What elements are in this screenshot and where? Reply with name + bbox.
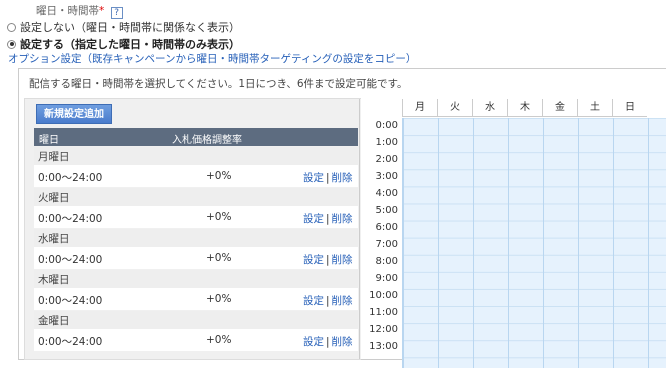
bid-rate: +0% — [206, 211, 232, 223]
day-name: 月曜日 — [38, 151, 70, 163]
bid-rate: +0% — [206, 293, 232, 305]
action-separator: | — [326, 336, 330, 348]
edit-link[interactable]: 設定 — [303, 336, 324, 348]
hour-label: 8:00 — [375, 256, 398, 267]
table-row: 0:00〜24:00 +0% 設定 | 削除 — [34, 329, 358, 351]
day-header: 木曜日 — [34, 270, 358, 288]
edit-link[interactable]: 設定 — [303, 254, 324, 266]
grid-day: 水 — [472, 99, 507, 117]
delete-link[interactable]: 削除 — [332, 254, 353, 266]
radio-set-schedule[interactable]: 設定する（指定した曜日・時間帯のみ表示） — [7, 36, 240, 52]
settings-table-header: 曜日 入札価格調整率 — [34, 128, 358, 146]
day-name: 水曜日 — [38, 233, 70, 245]
edit-link[interactable]: 設定 — [303, 172, 324, 184]
radio-button-off[interactable] — [7, 22, 16, 32]
action-separator: | — [326, 295, 330, 307]
hour-label: 12:00 — [369, 324, 398, 335]
bid-rate: +0% — [206, 334, 232, 346]
hour-label: 11:00 — [369, 307, 398, 318]
grid-day: 火 — [437, 99, 472, 117]
grid-day: 金 — [542, 99, 577, 117]
grid-day: 木 — [507, 99, 542, 117]
radio-label: 設定しない（曜日・時間帯に関係なく表示） — [20, 21, 240, 34]
add-setting-button[interactable]: 新規設定追加 — [36, 104, 112, 124]
day-name: 火曜日 — [38, 192, 70, 204]
radio-no-schedule[interactable]: 設定しない（曜日・時間帯に関係なく表示） — [7, 19, 240, 35]
day-header: 月曜日 — [34, 147, 358, 165]
hour-label: 0:00 — [375, 120, 398, 131]
hour-label: 6:00 — [375, 222, 398, 233]
time-range: 0:00〜24:00 — [38, 172, 103, 184]
table-row: 0:00〜24:00 +0% 設定 | 削除 — [34, 288, 358, 310]
edit-link[interactable]: 設定 — [303, 213, 324, 225]
hour-label: 5:00 — [375, 205, 398, 216]
delete-link[interactable]: 削除 — [332, 172, 353, 184]
grid-day-header: 月 火 水 木 金 土 日 — [402, 99, 647, 117]
delete-link[interactable]: 削除 — [332, 295, 353, 307]
edit-link[interactable]: 設定 — [303, 295, 324, 307]
schedule-grid: 月 火 水 木 金 土 日 0:00 1:00 2:00 3:00 4:00 5… — [360, 99, 666, 368]
action-separator: | — [326, 254, 330, 266]
action-separator: | — [326, 213, 330, 225]
day-name: 金曜日 — [38, 315, 70, 327]
column-day: 曜日 — [39, 135, 59, 146]
option-settings-link[interactable]: オプション設定（既存キャンペーンから曜日・時間帯ターゲティングの設定をコピー） — [8, 51, 416, 66]
day-header: 水曜日 — [34, 229, 358, 247]
time-range: 0:00〜24:00 — [38, 295, 103, 307]
hour-column: 0:00 1:00 2:00 3:00 4:00 5:00 6:00 7:00 … — [360, 117, 402, 355]
hour-label: 13:00 — [369, 341, 398, 352]
hour-label: 1:00 — [375, 137, 398, 148]
schedule-cells[interactable] — [402, 118, 666, 368]
delete-link[interactable]: 削除 — [332, 336, 353, 348]
table-row: 0:00〜24:00 +0% 設定 | 削除 — [34, 165, 358, 187]
time-range: 0:00〜24:00 — [38, 213, 103, 225]
grid-day: 月 — [402, 99, 437, 117]
column-rate: 入札価格調整率 — [172, 135, 242, 146]
time-range: 0:00〜24:00 — [38, 254, 103, 266]
grid-day: 日 — [612, 99, 647, 117]
radio-button-on[interactable] — [7, 39, 16, 49]
table-row: 0:00〜24:00 +0% 設定 | 削除 — [34, 247, 358, 269]
field-label-text: 曜日・時間帯 — [36, 5, 99, 17]
hour-label: 7:00 — [375, 239, 398, 250]
time-range: 0:00〜24:00 — [38, 336, 103, 348]
grid-day: 土 — [577, 99, 612, 117]
bid-rate: +0% — [206, 170, 232, 182]
delete-link[interactable]: 削除 — [332, 213, 353, 225]
day-header: 金曜日 — [34, 311, 358, 329]
radio-label: 設定する（指定した曜日・時間帯のみ表示） — [20, 38, 240, 51]
day-name: 木曜日 — [38, 274, 70, 286]
field-label: 曜日・時間帯* ? — [36, 3, 123, 19]
hour-label: 2:00 — [375, 154, 398, 165]
hour-label: 3:00 — [375, 171, 398, 182]
hour-label: 4:00 — [375, 188, 398, 199]
day-header: 火曜日 — [34, 188, 358, 206]
table-row: 0:00〜24:00 +0% 設定 | 削除 — [34, 206, 358, 228]
help-icon[interactable]: ? — [110, 7, 123, 19]
action-separator: | — [326, 172, 330, 184]
bid-rate: +0% — [206, 252, 232, 264]
hour-label: 9:00 — [375, 273, 398, 284]
hour-label: 10:00 — [369, 290, 398, 301]
panel-message: 配信する曜日・時間帯を選択してください。1日につき、6件まで設定可能です。 — [29, 78, 408, 90]
required-mark: * — [99, 5, 105, 17]
